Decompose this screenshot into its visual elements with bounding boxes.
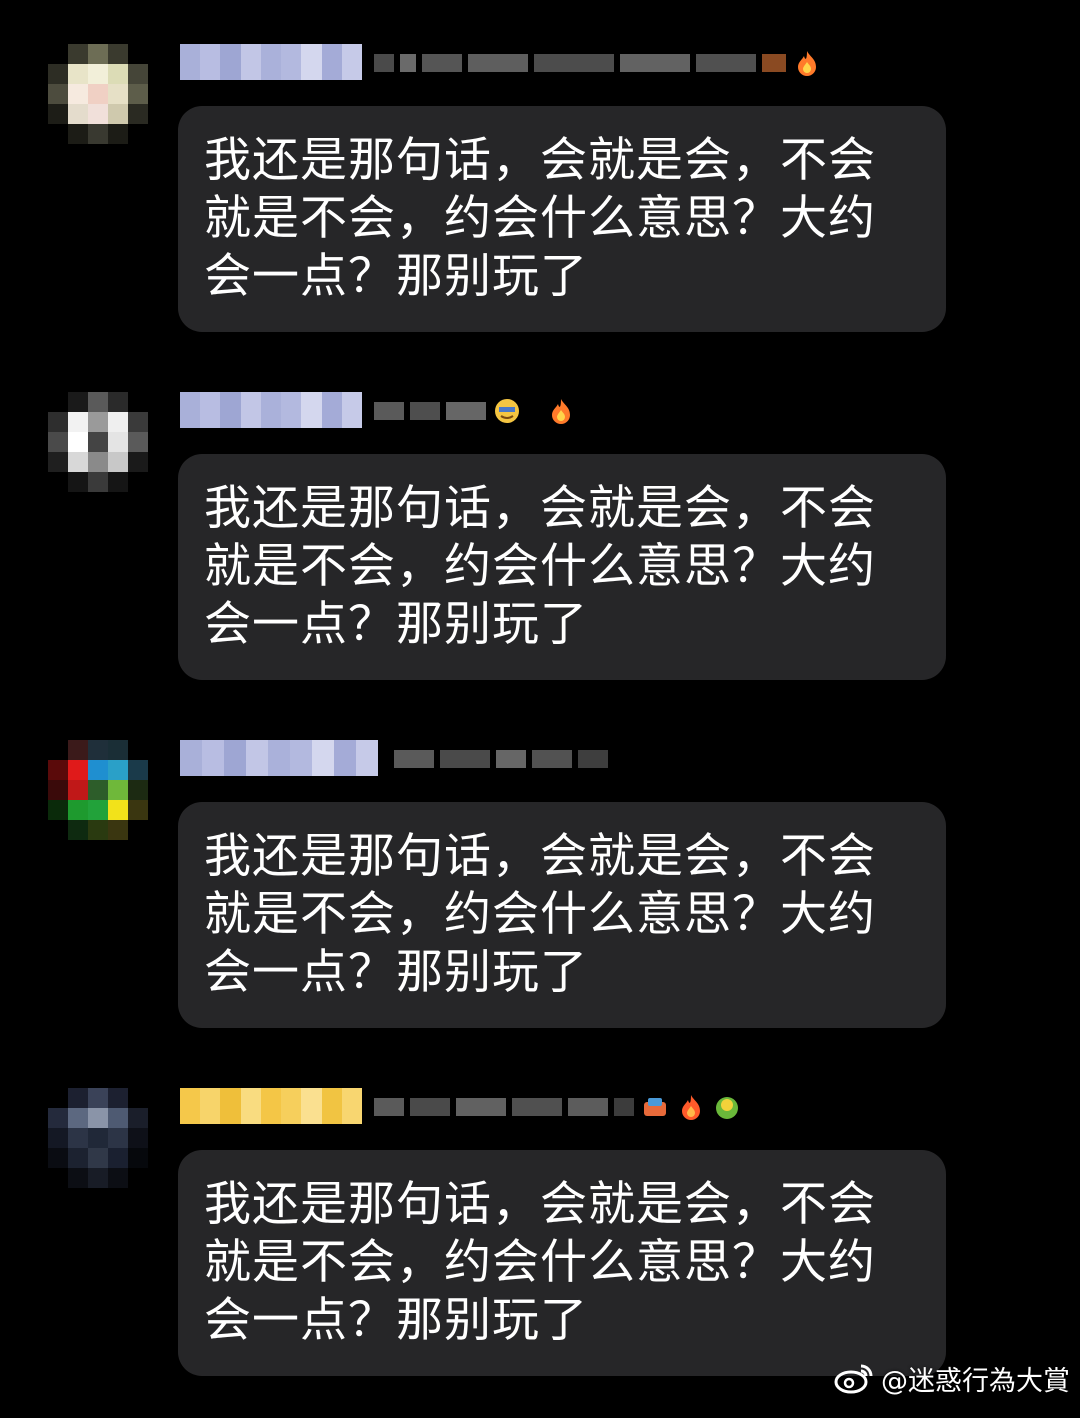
message-text: 我还是那句话，会就是会，不会就是不会，约会什么意思？大约会一点？那别玩了 (204, 481, 876, 652)
message-bubble[interactable]: 我还是那句话，会就是会，不会就是不会，约会什么意思？大约会一点？那别玩了 (178, 106, 946, 332)
emoji-icon (495, 399, 519, 423)
user-badge (180, 1088, 362, 1124)
message-bubble[interactable]: 我还是那句话，会就是会，不会就是不会，约会什么意思？大约会一点？那别玩了 (178, 802, 946, 1028)
avatar[interactable] (48, 392, 148, 492)
comment-item: 我还是那句话，会就是会，不会就是不会，约会什么意思？大约会一点？那别玩了 (0, 392, 1080, 722)
username-blurred[interactable] (374, 394, 576, 428)
avatar[interactable] (48, 740, 148, 840)
watermark: @迷惑行為大賞 (833, 1358, 1070, 1398)
user-badge (180, 740, 378, 776)
emoji-icon (716, 1097, 738, 1119)
username-blurred[interactable] (374, 1090, 742, 1124)
chat-list: 我还是那句话，会就是会，不会就是不会，约会什么意思？大约会一点？那别玩了 我还是… (0, 0, 1080, 1408)
message-text: 我还是那句话，会就是会，不会就是不会，约会什么意思？大约会一点？那别玩了 (204, 133, 876, 304)
comment-item: 我还是那句话，会就是会，不会就是不会，约会什么意思？大约会一点？那别玩了 (0, 44, 1080, 374)
user-badge (180, 44, 362, 80)
weibo-icon (834, 1364, 873, 1394)
avatar[interactable] (48, 44, 148, 144)
username-blurred[interactable] (374, 46, 822, 80)
message-text: 我还是那句话，会就是会，不会就是不会，约会什么意思？大约会一点？那别玩了 (204, 829, 876, 1000)
emoji-icon (644, 1098, 666, 1116)
message-text: 我还是那句话，会就是会，不会就是不会，约会什么意思？大约会一点？那别玩了 (204, 1177, 876, 1348)
avatar[interactable] (48, 1088, 148, 1188)
fire-icon (552, 399, 570, 424)
comment-item: 我还是那句话，会就是会，不会就是不会，约会什么意思？大约会一点？那别玩了 (0, 740, 1080, 1070)
username-blurred[interactable] (394, 742, 608, 776)
message-bubble[interactable]: 我还是那句话，会就是会，不会就是不会，约会什么意思？大约会一点？那别玩了 (178, 1150, 946, 1376)
fire-icon (798, 51, 816, 76)
user-badge (180, 392, 362, 428)
fire-icon (682, 1095, 700, 1120)
watermark-text: @迷惑行為大賞 (881, 1365, 1070, 1397)
message-bubble[interactable]: 我还是那句话，会就是会，不会就是不会，约会什么意思？大约会一点？那别玩了 (178, 454, 946, 680)
